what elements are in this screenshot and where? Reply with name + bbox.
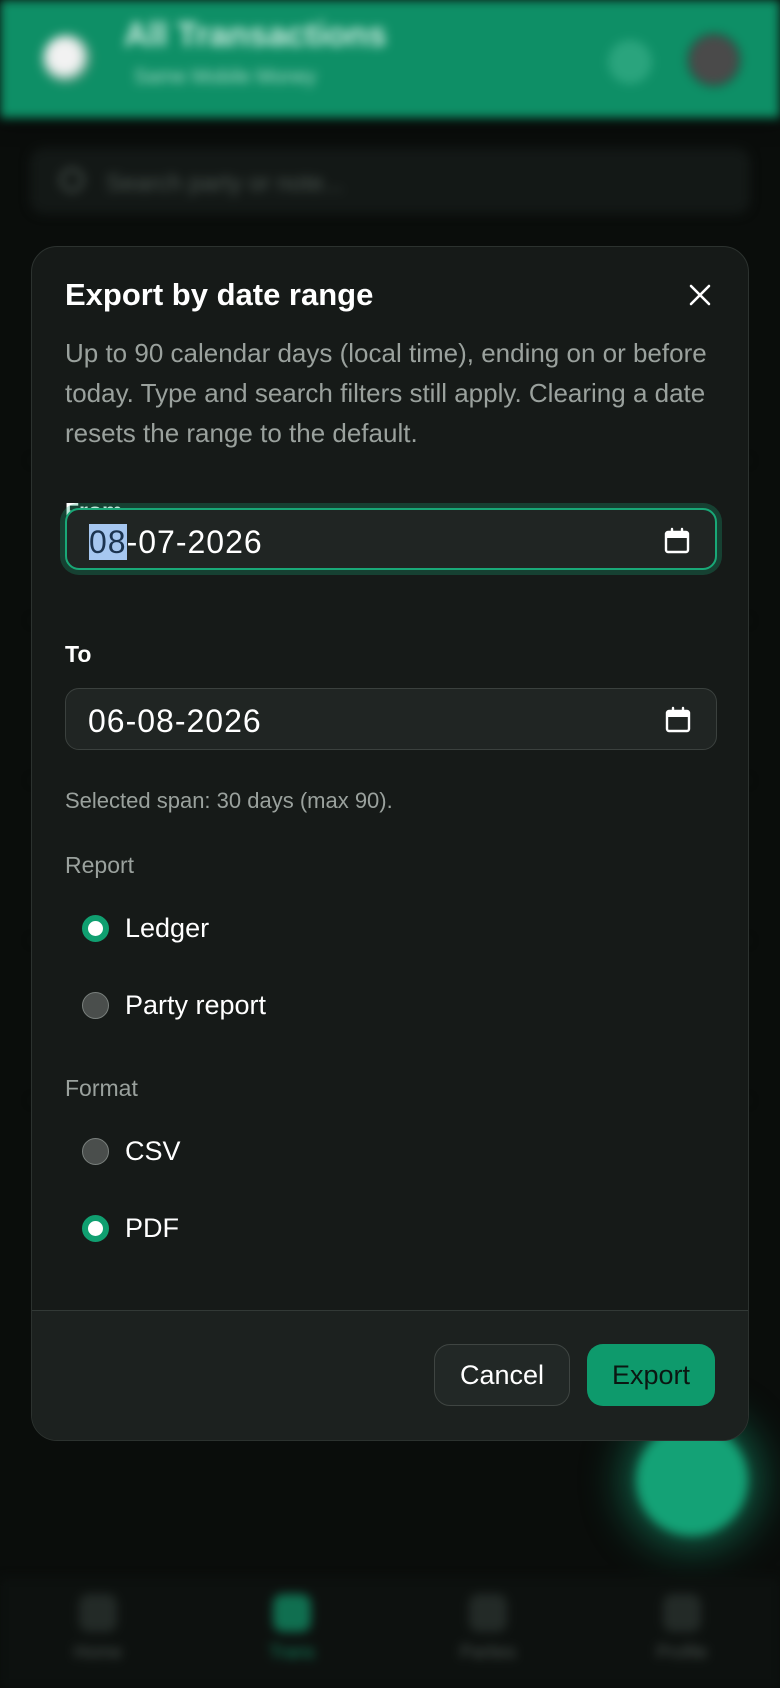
people-icon: [469, 1594, 507, 1632]
report-option-label: Ledger: [125, 912, 210, 943]
format-option-pdf[interactable]: PDF: [82, 1206, 179, 1250]
report-label: Report: [65, 852, 135, 878]
nav-profile-label: Profile: [656, 1642, 708, 1662]
to-label: To: [65, 641, 92, 667]
close-icon[interactable]: [682, 277, 718, 313]
from-date-rest: -07-2026: [126, 524, 263, 560]
export-button[interactable]: Export: [587, 1344, 715, 1406]
app-subtitle: Same Mobile Money: [134, 66, 317, 88]
from-date-value: 08-07-2026: [89, 524, 263, 561]
nav-trans-label: Trans: [269, 1642, 315, 1662]
app-header: All Transactions Same Mobile Money: [0, 0, 780, 118]
to-date-input[interactable]: 06-08-2026: [65, 688, 717, 750]
dialog-footer: Cancel Export: [32, 1310, 748, 1440]
nav-trans: Trans: [232, 1594, 352, 1663]
nav-home: Home: [38, 1594, 158, 1663]
app-logo: [42, 34, 92, 84]
report-option-party-report[interactable]: Party report: [82, 983, 266, 1027]
cancel-button[interactable]: Cancel: [434, 1344, 570, 1406]
format-option-csv[interactable]: CSV: [82, 1129, 181, 1173]
dialog-title: Export by date range: [65, 277, 374, 312]
search-icon: [60, 168, 84, 192]
report-option-ledger[interactable]: Ledger: [82, 906, 209, 950]
calendar-icon[interactable]: [663, 527, 691, 555]
dialog-description: Up to 90 calendar days (local time), end…: [65, 338, 707, 448]
search-placeholder: Search party or note...: [106, 170, 344, 197]
nav-parties: Parties: [428, 1594, 548, 1663]
nav-home-label: Home: [73, 1642, 122, 1662]
phone-icon: [273, 1594, 311, 1632]
calendar-icon[interactable]: [664, 706, 692, 734]
radio-unselected-icon[interactable]: [82, 991, 109, 1019]
report-option-label: Party report: [125, 989, 267, 1020]
format-option-label: CSV: [125, 1135, 181, 1166]
nav-profile: Profile: [622, 1594, 742, 1663]
from-day-segment: 08: [89, 524, 127, 560]
export-dialog: Export by date range Up to 90 calendar d…: [31, 246, 749, 1441]
format-option-label: PDF: [125, 1212, 179, 1243]
span-hint: Selected span: 30 days (max 90).: [65, 788, 393, 813]
radio-unselected-icon[interactable]: [82, 1137, 109, 1165]
notification-icon: [608, 40, 652, 84]
radio-selected-icon[interactable]: [82, 1214, 109, 1242]
from-date-input[interactable]: 08-07-2026: [65, 508, 717, 570]
home-icon: [79, 1594, 117, 1632]
radio-selected-icon[interactable]: [82, 914, 109, 942]
app-title: All Transactions: [124, 16, 387, 54]
format-label: Format: [65, 1075, 138, 1101]
nav-parties-label: Parties: [459, 1642, 517, 1662]
avatar: [686, 32, 742, 88]
to-date-value: 06-08-2026: [88, 703, 262, 739]
profile-icon: [663, 1594, 701, 1632]
